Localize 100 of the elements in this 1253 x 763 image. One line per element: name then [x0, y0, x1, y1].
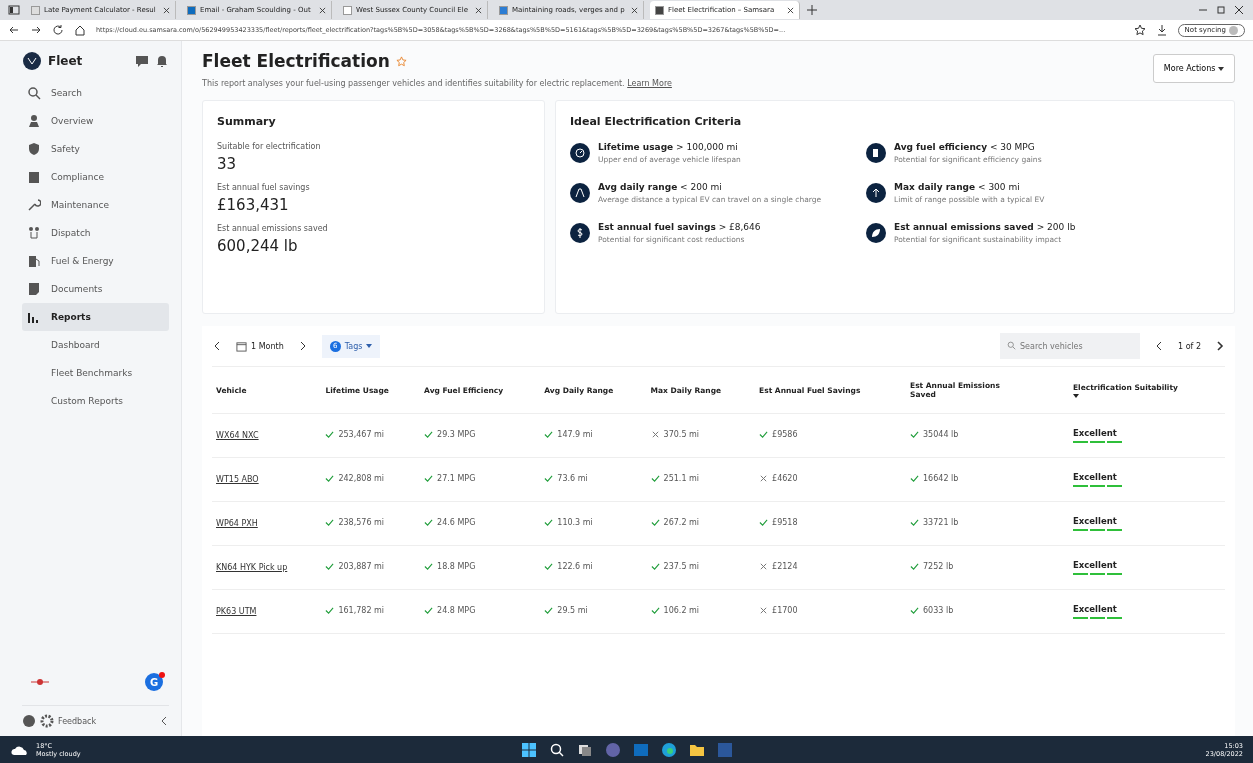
table-cell: 18.8 MPG — [424, 562, 476, 571]
table-cell: 6033 lb — [910, 606, 954, 615]
gauge-icon — [570, 143, 590, 163]
nav-item[interactable]: Dispatch — [22, 219, 169, 247]
person-icon — [27, 114, 41, 128]
previous-page-icon[interactable] — [1154, 341, 1164, 351]
close-tab-icon[interactable] — [163, 6, 170, 14]
table-cell: 33721 lb — [910, 518, 959, 527]
criterion-title: Avg daily range < 200 mi — [598, 182, 723, 192]
search-icon — [1007, 341, 1016, 350]
table-cell: 203,887 mi — [325, 562, 385, 571]
vehicle-link[interactable]: WT15 ABO — [216, 475, 259, 484]
suitability-rating: Excellent — [1073, 604, 1118, 614]
bell-icon[interactable] — [155, 54, 169, 68]
suitability-rating: Excellent — [1073, 428, 1118, 438]
stat-value: £163,431 — [217, 196, 290, 214]
refresh-icon[interactable] — [52, 24, 64, 36]
close-icon[interactable] — [1233, 4, 1245, 16]
close-tab-icon[interactable] — [319, 6, 326, 14]
vehicle-link[interactable]: PK63 UTM — [216, 607, 257, 616]
search-icon[interactable] — [548, 741, 565, 758]
sort-caret-icon[interactable] — [1073, 393, 1079, 398]
stat-label: Suitable for electrification — [217, 142, 322, 151]
start-icon[interactable] — [520, 741, 537, 758]
search-icon — [27, 86, 41, 100]
stat-value: 600,244 lb — [217, 237, 299, 255]
table-cell: 147.9 mi — [544, 430, 593, 439]
tab-actions-icon[interactable] — [8, 4, 20, 16]
collapse-icon[interactable] — [159, 716, 169, 726]
learn-more-link[interactable]: Learn More — [627, 79, 672, 88]
close-tab-icon[interactable] — [475, 6, 482, 14]
criterion-title: Est annual fuel savings > £8,646 — [598, 222, 761, 232]
more-actions-button[interactable]: More Actions — [1152, 54, 1235, 83]
page-description: This report analyses your fuel-using passenger vehicles and identifies suitability for electric replacement. Learn More — [202, 79, 672, 88]
table-cell: £4620 — [759, 474, 798, 483]
dollar-icon — [570, 223, 590, 243]
page-title: Fleet Electrification — [202, 51, 390, 71]
vehicle-link[interactable]: KN64 HYK Pick up — [216, 563, 288, 572]
nav-item[interactable]: Documents — [22, 275, 169, 303]
page-indicator: 1 of 2 — [1178, 341, 1201, 351]
feedback-link[interactable]: Feedback — [58, 716, 97, 726]
vehicle-link[interactable]: WP64 PXH — [216, 519, 258, 528]
download-icon[interactable] — [1155, 24, 1168, 36]
nav-item[interactable]: Fuel & Energy — [22, 247, 169, 275]
table-cell: 7252 lb — [910, 562, 954, 571]
table-cell: 237.5 mi — [650, 562, 700, 571]
nav-item[interactable]: Overview — [22, 107, 169, 135]
restore-icon[interactable] — [1215, 4, 1227, 16]
nav-subitem[interactable]: Custom Reports — [22, 387, 169, 415]
back-icon[interactable] — [8, 24, 20, 36]
stat-value: 33 — [217, 155, 238, 173]
nav-subitem[interactable]: Fleet Benchmarks — [22, 359, 169, 387]
forward-icon[interactable] — [30, 24, 42, 36]
criterion-title: Lifetime usage > 100,000 mi — [598, 142, 739, 152]
table-cell: 29.5 mi — [544, 606, 588, 615]
nav-item[interactable]: Search — [22, 79, 169, 107]
star-icon[interactable] — [395, 55, 407, 67]
table-cell: 267.2 mi — [650, 518, 700, 527]
table-cell: 251.1 mi — [650, 474, 700, 483]
table-cell: 106.2 mi — [650, 606, 700, 615]
close-tab-icon[interactable] — [787, 6, 794, 14]
period-selector[interactable]: 1 Month — [236, 340, 284, 352]
table-cell: 242,808 mi — [325, 474, 385, 483]
table-cell: 370.5 mi — [650, 430, 700, 439]
shield-icon — [27, 142, 41, 156]
chat-icon[interactable] — [135, 54, 149, 68]
user-avatar[interactable]: G — [145, 673, 163, 691]
table-cell: 238,576 mi — [325, 518, 385, 527]
favorites-icon[interactable] — [1133, 24, 1146, 36]
table-cell: £1700 — [759, 606, 798, 615]
suitability-rating: Excellent — [1073, 472, 1118, 482]
table-cell: 73.6 mi — [544, 474, 588, 483]
home-icon[interactable] — [74, 24, 86, 36]
wrench-icon — [27, 198, 41, 212]
calendar-icon — [236, 340, 247, 352]
table-cell: 24.6 MPG — [424, 518, 476, 527]
table-cell: 27.1 MPG — [424, 474, 476, 483]
search-field[interactable]: Search vehicles — [1000, 333, 1140, 359]
settings-icon[interactable] — [40, 714, 54, 728]
nav-item[interactable]: Safety — [22, 135, 169, 163]
next-page-icon[interactable] — [1215, 341, 1225, 351]
new-tab-icon[interactable] — [806, 4, 818, 16]
nav-item[interactable]: Compliance — [22, 163, 169, 191]
vehicle-link[interactable]: WX64 NXC — [216, 431, 259, 440]
table-cell: £9518 — [759, 518, 798, 527]
previous-icon[interactable] — [212, 341, 222, 351]
nav-item[interactable]: Reports — [22, 303, 169, 331]
close-tab-icon[interactable] — [631, 6, 638, 14]
app-title: Fleet — [48, 54, 83, 68]
table-cell: 35044 lb — [910, 430, 959, 439]
table-cell: £2124 — [759, 562, 798, 571]
table-cell: 29.3 MPG — [424, 430, 476, 439]
nav-item[interactable]: Maintenance — [22, 191, 169, 219]
nav-subitem[interactable]: Dashboard — [22, 331, 169, 359]
table-cell: £9586 — [759, 430, 798, 439]
browser-app-icon[interactable] — [660, 741, 677, 758]
arrow-up-icon — [866, 183, 886, 203]
document-icon — [27, 282, 41, 296]
stat-label: Est annual emissions saved — [217, 224, 329, 233]
table-cell: 24.8 MPG — [424, 606, 476, 615]
